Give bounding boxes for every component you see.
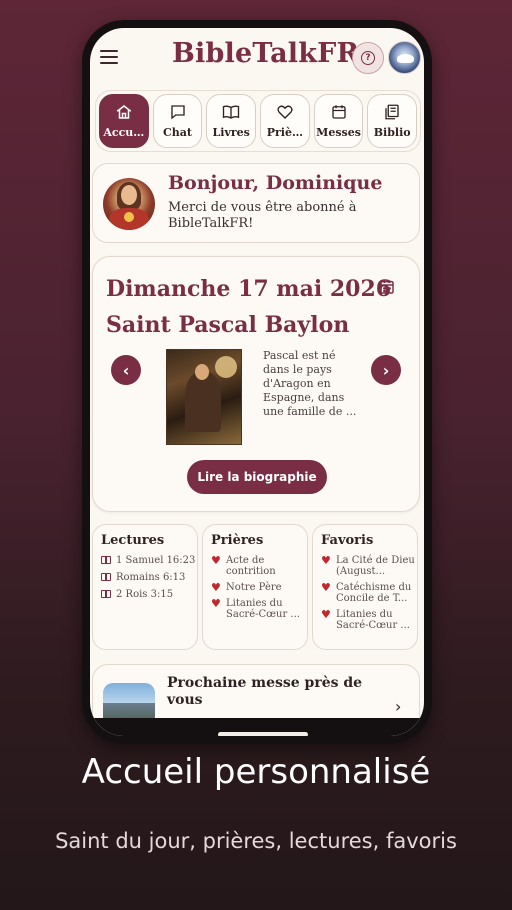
heart-icon: ♥ bbox=[321, 581, 331, 594]
readings-card[interactable]: Lectures 1 Samuel 16:23 Romains 6:13 2 R… bbox=[92, 524, 198, 650]
heart-icon: ♥ bbox=[321, 554, 331, 567]
heart-icon: ♥ bbox=[211, 554, 221, 567]
chevron-left-icon: ‹ bbox=[122, 360, 130, 380]
question-mark-icon: ? bbox=[361, 51, 375, 65]
read-biography-button[interactable]: Lire la biographie bbox=[187, 460, 327, 494]
profile-avatar[interactable] bbox=[388, 41, 421, 74]
calendar-icon[interactable] bbox=[379, 279, 395, 295]
welcome-message: Merci de vous être abonné à BibleTalkFR! bbox=[168, 200, 357, 231]
chevron-right-icon: › bbox=[382, 360, 390, 380]
app-title: BibleTalkFR bbox=[172, 38, 360, 69]
tab-bar: Accu… Chat Livres Priè… Messes Biblio bbox=[95, 90, 421, 152]
hamburger-menu-icon[interactable] bbox=[100, 50, 118, 64]
heart-icon: ♥ bbox=[211, 581, 221, 594]
readings-list: 1 Samuel 16:23 Romains 6:13 2 Rois 3:15 bbox=[101, 555, 197, 606]
next-mass-title: Prochaine messe près de vous bbox=[167, 675, 363, 708]
list-item[interactable]: ♥ Litanies du Sacré-Cœur ... bbox=[211, 598, 307, 620]
home-icon bbox=[116, 105, 132, 119]
previous-saint-button[interactable]: ‹ bbox=[111, 355, 141, 385]
tab-chat[interactable]: Chat bbox=[152, 94, 203, 148]
library-icon bbox=[385, 104, 399, 120]
calendar-icon bbox=[331, 105, 346, 119]
book-open-icon bbox=[222, 105, 240, 119]
tab-label: Priè… bbox=[266, 126, 303, 139]
heart-icon: ♥ bbox=[211, 597, 221, 610]
heart-icon: ♥ bbox=[321, 608, 331, 621]
tab-accueil[interactable]: Accu… bbox=[99, 94, 149, 148]
favorites-card[interactable]: Favoris ♥ La Cité de Dieu (August... ♥ Cat… bbox=[312, 524, 418, 650]
top-app-bar: BibleTalkFR ? bbox=[90, 28, 424, 86]
list-item[interactable]: ♥ Notre Père bbox=[211, 582, 307, 593]
help-button[interactable]: ? bbox=[352, 42, 384, 74]
saint-painting bbox=[166, 349, 242, 445]
heart-icon bbox=[277, 105, 293, 119]
list-item[interactable]: Romains 6:13 bbox=[101, 572, 197, 584]
welcome-card: Bonjour, Dominique Merci de vous être ab… bbox=[92, 163, 420, 243]
tab-label: Biblio bbox=[373, 126, 411, 139]
home-gesture-pill[interactable] bbox=[218, 732, 308, 736]
tab-messes[interactable]: Messes bbox=[313, 94, 364, 148]
prayers-card[interactable]: Prières ♥ Acte de contrition ♥ Notre Père … bbox=[202, 524, 308, 650]
list-item[interactable]: 2 Rois 3:15 bbox=[101, 589, 197, 601]
book-icon bbox=[101, 590, 111, 598]
saint-name: Saint Pascal Baylon bbox=[106, 312, 350, 338]
book-icon bbox=[101, 556, 111, 564]
saint-date: Dimanche 17 mai 2026 bbox=[106, 276, 392, 302]
tab-label: Messes bbox=[316, 126, 361, 139]
prayers-list: ♥ Acte de contrition ♥ Notre Père ♥ Litanie… bbox=[211, 555, 307, 625]
saint-of-day-card: Dimanche 17 mai 2026 Saint Pascal Baylon… bbox=[92, 256, 420, 512]
list-item[interactable]: 1 Samuel 16:23 bbox=[101, 555, 197, 567]
prayers-title: Prières bbox=[211, 533, 264, 548]
favorites-title: Favoris bbox=[321, 533, 374, 548]
saint-bio-excerpt: Pascal est né dans le pays d'Aragon en E… bbox=[263, 349, 357, 418]
next-saint-button[interactable]: › bbox=[371, 355, 401, 385]
greeting-text: Bonjour, Dominique bbox=[168, 172, 383, 194]
dove-icon bbox=[397, 54, 414, 63]
tab-livres[interactable]: Livres bbox=[206, 94, 257, 148]
chevron-right-icon: › bbox=[395, 697, 402, 716]
app-screen: BibleTalkFR ? Accu… Chat Livres Priè… Me… bbox=[90, 28, 424, 736]
tab-label: Chat bbox=[163, 126, 192, 139]
list-item[interactable]: ♥ Acte de contrition bbox=[211, 555, 307, 577]
chat-icon bbox=[170, 105, 185, 120]
list-item[interactable]: ♥ La Cité de Dieu (August... bbox=[321, 555, 417, 577]
promo-subcaption: Saint du jour, prières, lectures, favori… bbox=[55, 829, 457, 853]
tab-biblio[interactable]: Biblio bbox=[367, 94, 418, 148]
phone-frame: BibleTalkFR ? Accu… Chat Livres Priè… Me… bbox=[82, 20, 432, 744]
list-item[interactable]: ♥ Catéchisme du Concile de T... bbox=[321, 582, 417, 604]
readings-title: Lectures bbox=[101, 533, 165, 548]
tab-label: Livres bbox=[212, 126, 250, 139]
favorites-list: ♥ La Cité de Dieu (August... ♥ Catéchisme … bbox=[321, 555, 417, 636]
sacred-heart-image bbox=[103, 178, 155, 230]
book-icon bbox=[101, 573, 111, 581]
tab-prieres[interactable]: Priè… bbox=[260, 94, 310, 148]
promo-caption: Accueil personnalisé bbox=[81, 752, 431, 792]
tab-label: Accu… bbox=[103, 126, 145, 139]
list-item[interactable]: ♥ Litanies du Sacré-Cœur ... bbox=[321, 609, 417, 631]
